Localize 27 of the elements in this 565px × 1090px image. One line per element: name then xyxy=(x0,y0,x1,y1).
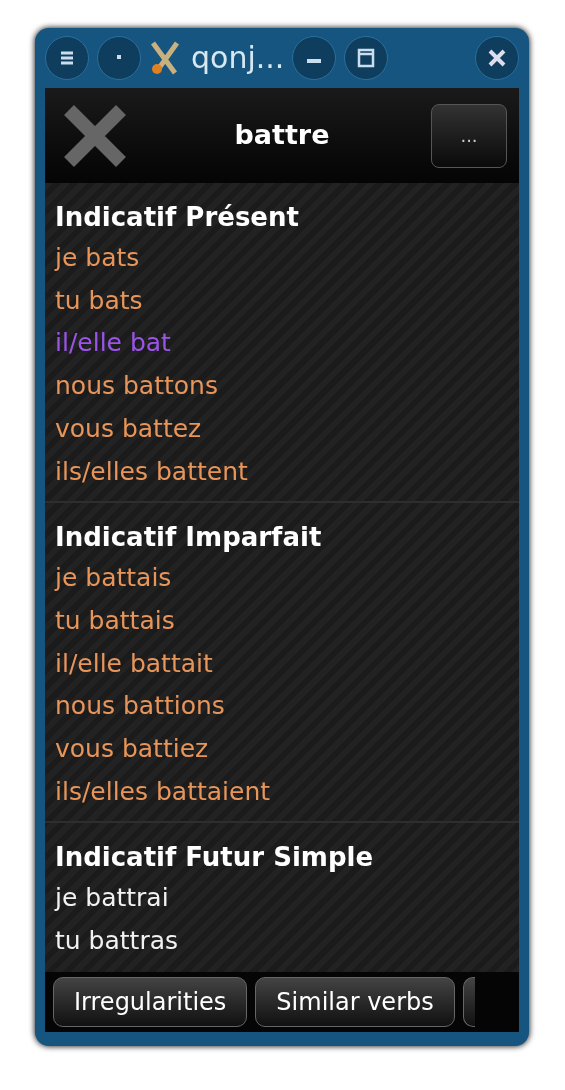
bottom-button[interactable]: Irregularities xyxy=(53,977,248,1027)
tense-heading: Indicatif Présent xyxy=(55,201,300,234)
conjugation-form: vous battiez xyxy=(55,733,210,766)
partial-button[interactable] xyxy=(462,977,475,1027)
conjugation-form: je bats xyxy=(55,242,141,274)
minimize-icon[interactable] xyxy=(292,36,337,80)
conjugation-form: vous battez xyxy=(55,412,203,445)
more-button[interactable]: ... xyxy=(431,103,507,168)
conjugation-form: il/elle battait xyxy=(55,647,214,680)
maximize-icon[interactable] xyxy=(344,36,389,80)
conjugation-form: il/elle bat xyxy=(55,327,172,360)
conjugation-form: je battrai xyxy=(55,882,170,915)
conjugation-form: nous battons xyxy=(55,370,219,403)
tense-heading: Indicatif Imparfait xyxy=(55,521,323,555)
menu-icon[interactable] xyxy=(45,36,89,80)
bottom-button[interactable]: Similar verbs xyxy=(255,977,455,1027)
conjugation-form: tu battras xyxy=(55,925,179,958)
close-icon[interactable] xyxy=(475,36,519,80)
conjugation-form: je battais xyxy=(55,562,173,595)
conjugation-form: nous battions xyxy=(55,690,226,723)
conjugation-form: ils/elles battaient xyxy=(55,775,272,808)
tense-heading: Indicatif Futur Simple xyxy=(55,841,375,875)
window-title: qonj... xyxy=(191,43,285,73)
conjugation-form: ils/elles battent xyxy=(55,455,249,488)
conjugation-form: tu battais xyxy=(55,604,176,637)
verb-title: battre xyxy=(233,118,331,153)
conjugation-form: tu bats xyxy=(55,284,144,317)
